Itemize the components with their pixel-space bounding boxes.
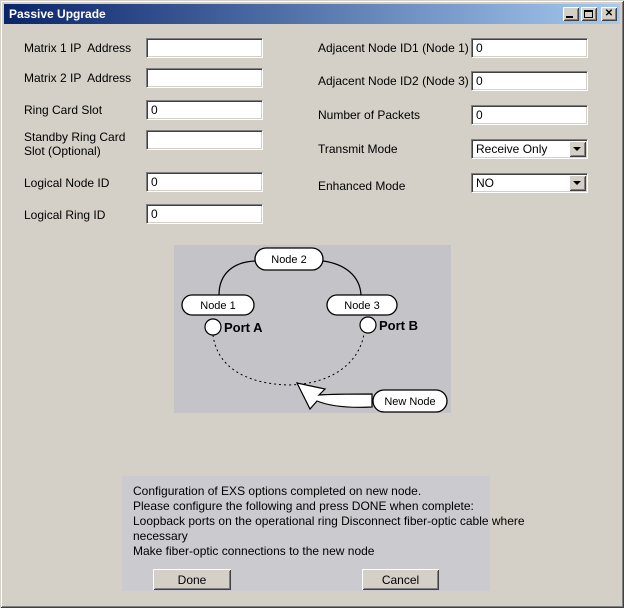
chevron-down-icon[interactable] [569, 141, 586, 157]
insert-arrow-icon [297, 383, 372, 409]
logical-node-id-input[interactable] [146, 172, 263, 192]
label-ring-card-slot: Ring Card Slot [24, 103, 102, 117]
ring-card-slot-input[interactable] [146, 100, 263, 120]
instruction-line-5: Make fiber-optic connections to the new … [133, 544, 374, 559]
number-of-packets-input[interactable] [471, 105, 588, 125]
enhanced-mode-value: NO [472, 176, 569, 190]
window-title: Passive Upgrade [9, 7, 106, 21]
ring-topology-diagram: Node 2 Node 1 Node 3 New Node Port A Por… [174, 245, 451, 413]
label-standby-ring-card-slot: Standby Ring Card Slot (Optional) [24, 130, 146, 158]
new-node-label: New Node [384, 396, 435, 408]
instruction-line-3: Loopback ports on the operational ring D… [133, 514, 525, 529]
matrix2-ip-input[interactable] [146, 68, 263, 88]
close-icon: ✕ [601, 7, 617, 21]
ring-topology-svg: Node 2 Node 1 Node 3 New Node Port A Por… [174, 245, 451, 413]
instruction-line-1: Configuration of EXS options completed o… [133, 484, 421, 499]
passive-upgrade-dialog: Passive Upgrade ✕ Matrix 1 IP Address Ma… [0, 0, 624, 608]
enhanced-mode-select[interactable]: NO [471, 173, 588, 193]
port-a-label: Port A [224, 320, 263, 335]
link-node2-node1 [219, 261, 255, 295]
window-controls: ✕ [563, 7, 617, 21]
close-button[interactable]: ✕ [601, 7, 617, 21]
label-adjacent-node-id1: Adjacent Node ID1 (Node 1) [318, 41, 469, 55]
matrix1-ip-input[interactable] [146, 38, 263, 58]
logical-ring-id-input[interactable] [146, 204, 263, 224]
title-bar[interactable]: Passive Upgrade ✕ [4, 4, 620, 24]
label-matrix1-ip: Matrix 1 IP Address [24, 41, 131, 55]
label-transmit-mode: Transmit Mode [318, 142, 398, 156]
label-logical-node-id: Logical Node ID [24, 176, 109, 190]
label-matrix2-ip: Matrix 2 IP Address [24, 71, 131, 85]
standby-ring-card-slot-input[interactable] [146, 130, 263, 150]
port-b-circle [360, 317, 376, 333]
label-adjacent-node-id2: Adjacent Node ID2 (Node 3) [318, 74, 469, 88]
node3-label: Node 3 [344, 300, 379, 312]
port-a-circle [205, 319, 221, 335]
transmit-mode-value: Receive Only [472, 142, 569, 156]
transmit-mode-select[interactable]: Receive Only [471, 139, 588, 159]
instruction-line-2: Please configure the following and press… [133, 499, 474, 514]
adjacent-node-id2-input[interactable] [471, 71, 588, 91]
chevron-down-icon[interactable] [569, 175, 586, 191]
label-logical-ring-id: Logical Ring ID [24, 208, 105, 222]
instruction-line-4: necessary [133, 529, 188, 544]
maximize-icon [584, 10, 593, 18]
link-node2-node3 [323, 261, 361, 295]
label-number-of-packets: Number of Packets [318, 108, 420, 122]
node1-label: Node 1 [200, 300, 235, 312]
minimize-button[interactable] [563, 7, 579, 21]
cancel-button[interactable]: Cancel [362, 569, 439, 590]
maximize-button[interactable] [581, 7, 597, 21]
node2-label: Node 2 [271, 254, 306, 266]
done-button[interactable]: Done [153, 569, 231, 590]
adjacent-node-id1-input[interactable] [471, 38, 588, 58]
label-enhanced-mode: Enhanced Mode [318, 179, 405, 193]
port-b-label: Port B [379, 318, 418, 333]
dotted-new-ring-arc [213, 334, 364, 385]
minimize-icon [566, 16, 573, 18]
